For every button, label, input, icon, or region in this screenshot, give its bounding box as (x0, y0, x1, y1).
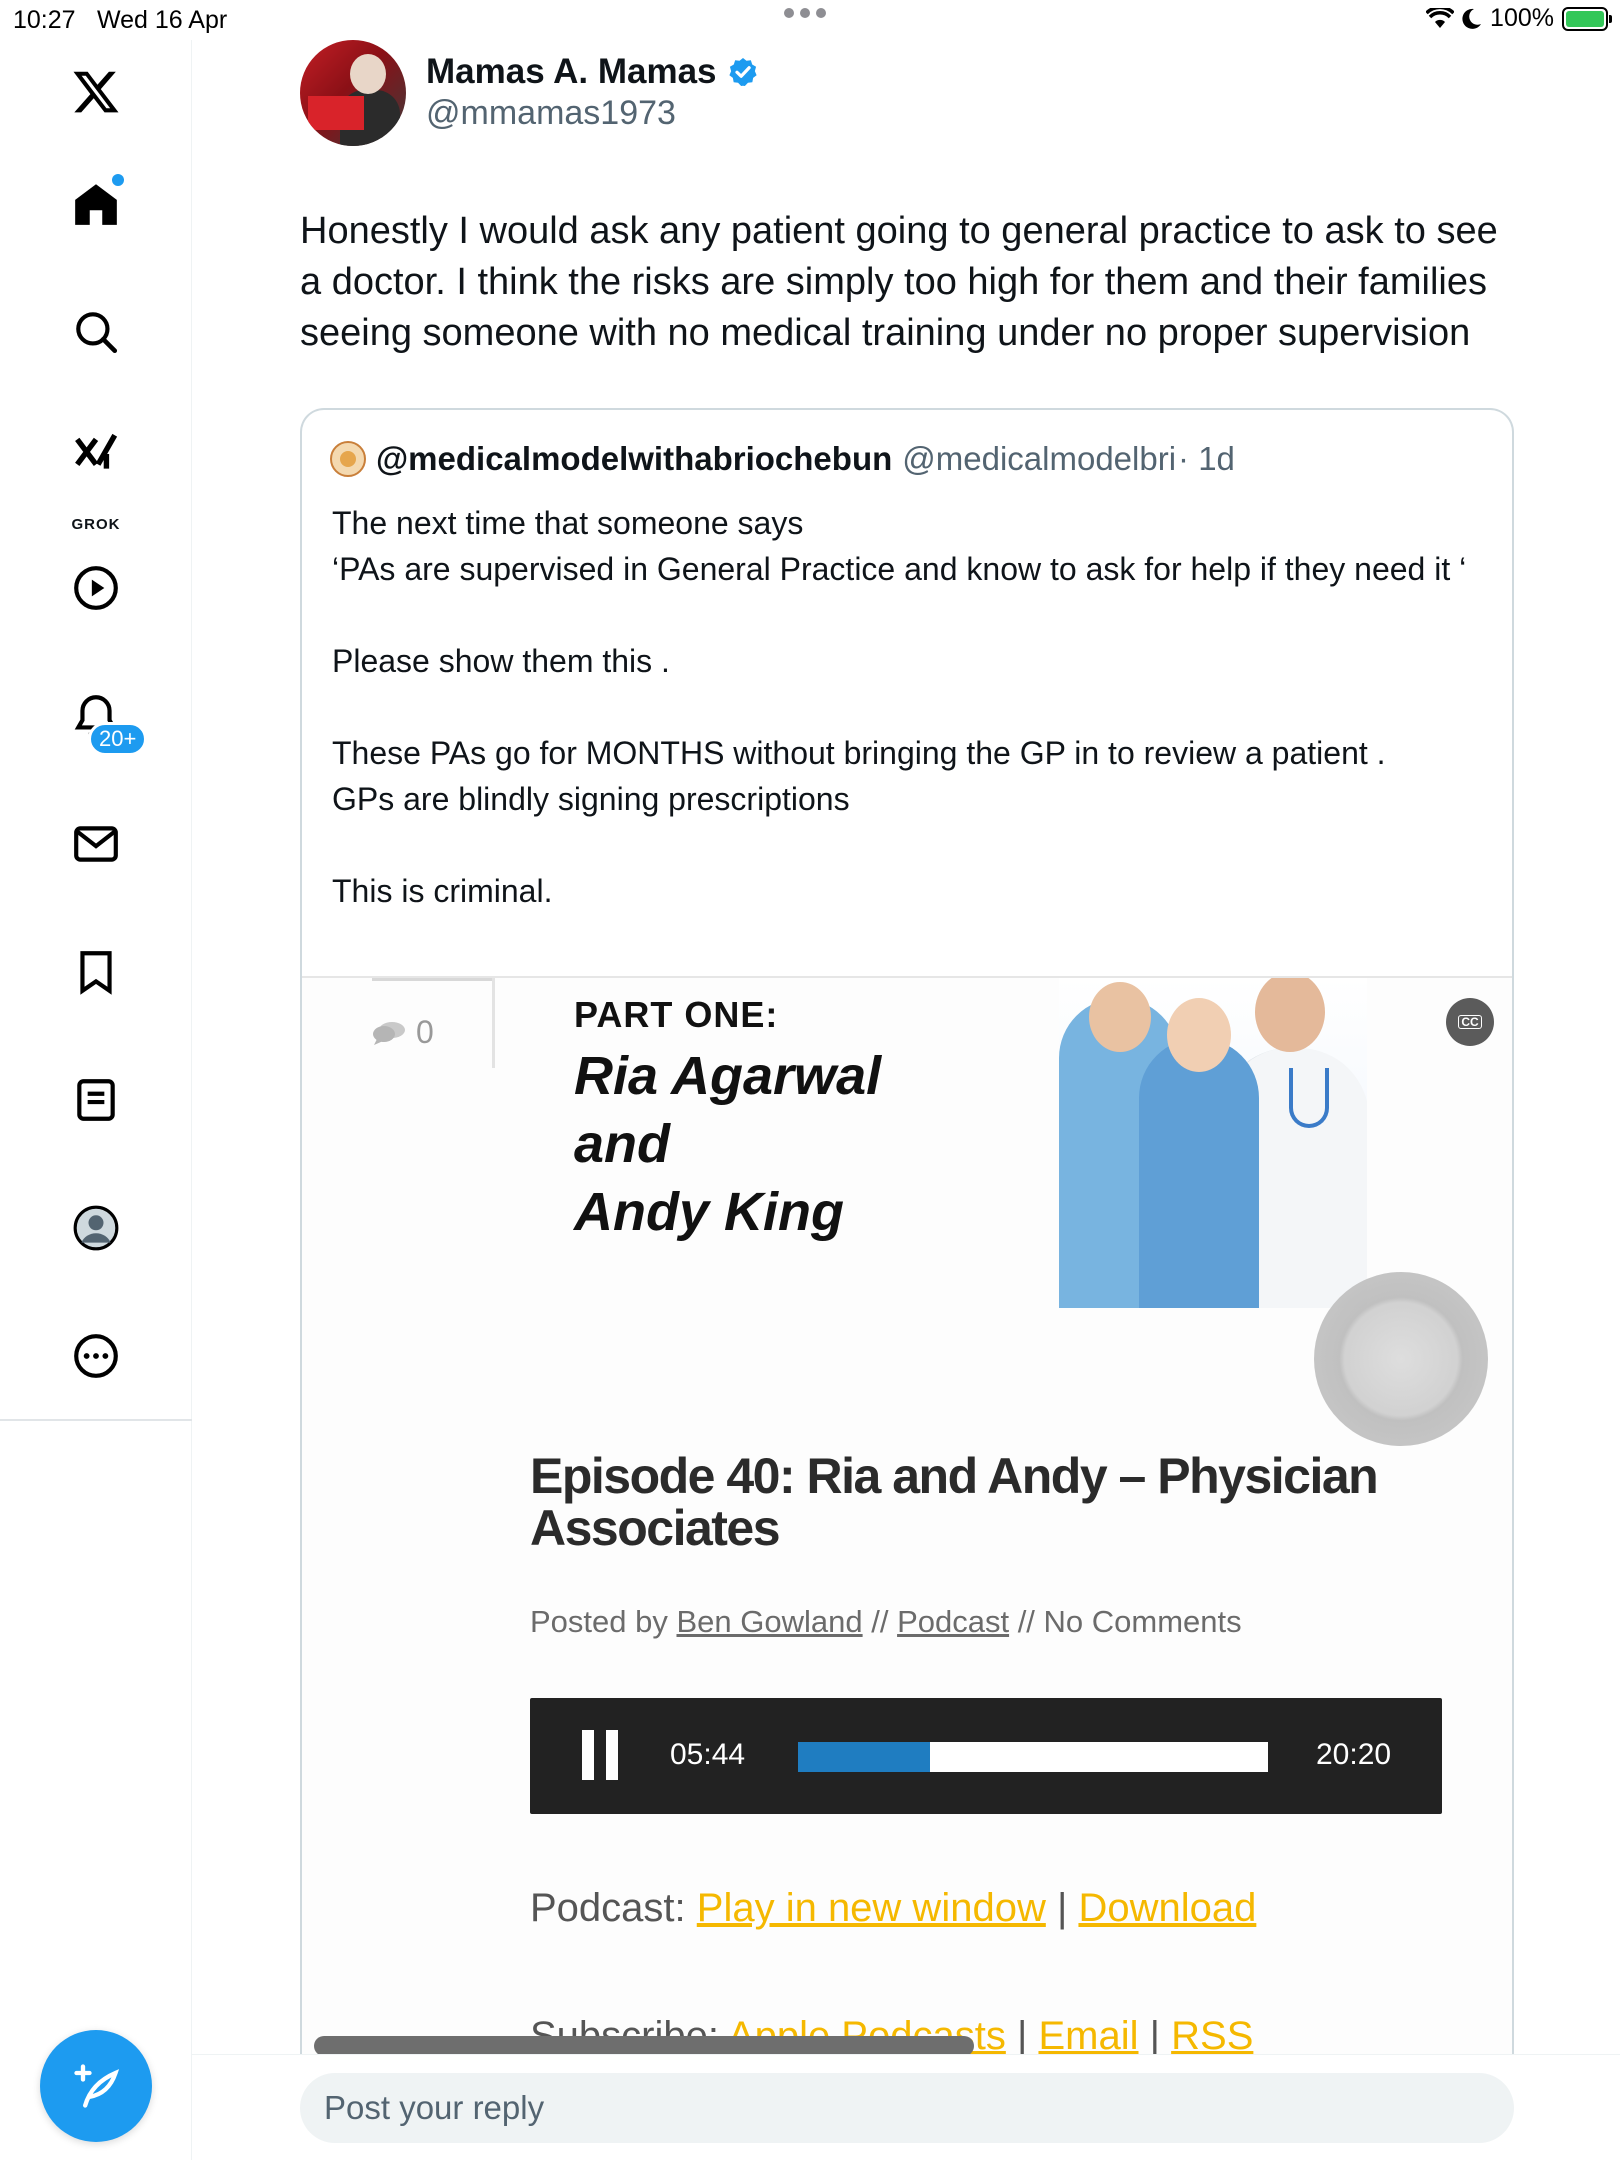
feather-plus-icon (74, 2064, 120, 2108)
bookmarks-icon[interactable] (66, 942, 126, 1002)
episode-title: Episode 40: Ria and Andy – Physician Ass… (530, 1448, 1379, 1556)
current-time: 05:44 (670, 1738, 746, 1771)
quote-author-avatar (330, 441, 366, 477)
tweet-text: Honestly I would ask any patient going t… (300, 210, 1498, 354)
status-date: Wed 16 Apr (97, 6, 228, 34)
pause-icon (582, 1730, 626, 1780)
quote-timestamp: · 1d (1178, 440, 1235, 477)
download-link: Download (1078, 1886, 1257, 1930)
sidebar: GROK 20+ (0, 40, 192, 2160)
author-handle[interactable]: @mmamas1973 (426, 94, 676, 133)
sidebar-divider (0, 1419, 192, 1421)
wifi-icon (1426, 7, 1455, 28)
more-icon[interactable] (66, 1326, 126, 1386)
profile-icon[interactable] (66, 1198, 126, 1258)
home-unread-dot (112, 174, 124, 186)
email-link: Email (1038, 2014, 1139, 2058)
author-link: Ben Gowland (676, 1604, 863, 1639)
status-time: 10:27 (13, 6, 76, 34)
speech-bubble-icon (373, 1021, 405, 1045)
audio-player: 05:44 20:20 (530, 1698, 1442, 1814)
part-one-label: PART ONE: (574, 994, 779, 1035)
verified-badge-icon (728, 58, 757, 86)
quote-header: @medicalmodelwithabriochebun @medicalmod… (330, 440, 1235, 478)
grok-icon[interactable] (66, 424, 126, 484)
compose-post-button[interactable] (40, 2030, 152, 2142)
moon-icon (1462, 8, 1482, 29)
medical-staff-photo (1059, 978, 1367, 1308)
quoted-tweet[interactable]: @medicalmodelwithabriochebun @medicalmod… (300, 408, 1514, 2108)
progress-fill (798, 1742, 930, 1772)
category-link: Podcast (897, 1604, 1010, 1639)
grok-label: GROK (71, 516, 121, 533)
comment-count-value: 0 (416, 1014, 434, 1050)
multitasking-dots-icon[interactable] (784, 8, 826, 18)
guest-names: Ria Agarwal and Andy King (574, 1042, 881, 1246)
play-in-new-window-link: Play in new window (696, 1886, 1046, 1930)
progress-bar (798, 1742, 1268, 1772)
author-avatar[interactable] (300, 40, 406, 146)
rss-link: RSS (1171, 2014, 1254, 2058)
image-scroll-indicator (314, 2036, 974, 2056)
guest-name-and: and (574, 1114, 671, 1174)
podcast-links-line: Podcast: Play in new window | Download (530, 1886, 1257, 1930)
video-icon[interactable] (66, 558, 126, 618)
closed-captions-icon[interactable]: CC (1446, 998, 1494, 1046)
quote-author-name: @medicalmodelwithabriochebun (376, 440, 893, 477)
messages-icon[interactable] (66, 814, 126, 874)
status-indicators: 100% (1426, 4, 1612, 33)
quote-author-handle: @medicalmodelbri (902, 440, 1177, 477)
search-icon[interactable] (66, 302, 126, 362)
posted-by-line: Posted by Ben Gowland // Podcast // No C… (530, 1604, 1242, 1639)
status-bar: 10:27 Wed 16 Apr 100% (0, 0, 1620, 40)
total-time: 20:20 (1316, 1738, 1392, 1771)
battery-icon (1562, 6, 1612, 31)
reply-bar (192, 2054, 1620, 2160)
quote-media-image[interactable]: 0 PART ONE: Ria Agarwal and Andy King CC… (302, 976, 1512, 2108)
comment-count: 0 (372, 1014, 434, 1051)
home-icon[interactable] (66, 174, 126, 234)
guest-name-2: Andy King (574, 1182, 844, 1242)
author-name[interactable]: Mamas A. Mamas (426, 52, 759, 92)
reply-input[interactable] (300, 2073, 1514, 2143)
quote-text: The next time that someone says ‘PAs are… (332, 505, 1467, 909)
guest-name-1: Ria Agarwal (574, 1046, 882, 1106)
author-name-text: Mamas A. Mamas (426, 52, 717, 91)
battery-percent: 100% (1490, 4, 1554, 32)
assistive-touch-button[interactable] (1314, 1272, 1488, 1446)
x-logo-icon[interactable] (66, 62, 126, 122)
tweet-detail: Mamas A. Mamas @mmamas1973 Honestly I wo… (192, 40, 1620, 2160)
lists-icon[interactable] (66, 1070, 126, 1130)
notifications-badge: 20+ (88, 722, 148, 756)
